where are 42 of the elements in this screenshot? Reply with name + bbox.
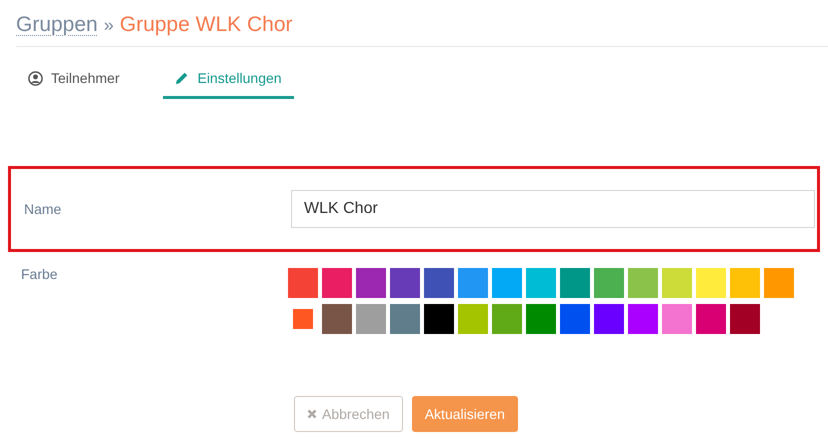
color-swatch[interactable] <box>356 304 386 334</box>
close-icon <box>307 409 317 419</box>
color-swatch[interactable] <box>458 268 488 298</box>
color-swatch[interactable] <box>560 304 590 334</box>
field-label: Farbe <box>20 266 59 284</box>
update-button[interactable]: Aktualisieren <box>412 396 518 432</box>
color-swatch[interactable] <box>662 268 692 298</box>
color-swatch[interactable] <box>458 304 488 334</box>
color-swatch[interactable] <box>322 268 352 298</box>
color-swatch[interactable] <box>390 304 420 334</box>
color-swatch[interactable] <box>424 304 454 334</box>
color-swatch[interactable] <box>696 304 726 334</box>
tab[interactable]: Teilnehmer <box>26 66 122 99</box>
color-swatch[interactable] <box>730 268 760 298</box>
color-swatch[interactable] <box>322 304 352 334</box>
color-swatch[interactable] <box>356 268 386 298</box>
breadcrumb-link[interactable]: Gruppen <box>16 13 98 37</box>
breadcrumb-separator: » <box>104 15 114 36</box>
color-swatch[interactable] <box>594 268 624 298</box>
color-swatch[interactable] <box>662 304 692 334</box>
pencil-icon <box>175 71 190 85</box>
name-field[interactable]: WLK Chor <box>291 190 815 228</box>
color-swatch[interactable] <box>390 268 420 298</box>
color-swatch[interactable] <box>293 309 313 329</box>
color-swatch[interactable] <box>424 268 454 298</box>
user-icon <box>28 70 43 86</box>
color-swatch[interactable] <box>696 268 726 298</box>
color-swatch[interactable] <box>628 268 658 298</box>
color-swatch[interactable] <box>492 268 522 298</box>
color-swatch[interactable] <box>288 268 318 298</box>
color-swatch[interactable] <box>764 268 794 298</box>
cancel-button[interactable]: Abbrechen <box>294 396 403 432</box>
field-label: Name <box>23 201 62 217</box>
color-swatch[interactable] <box>730 304 760 334</box>
color-swatch[interactable] <box>526 304 556 334</box>
color-swatch[interactable] <box>594 304 624 334</box>
color-swatch[interactable] <box>526 268 556 298</box>
color-swatch[interactable] <box>628 304 658 334</box>
color-swatch[interactable] <box>560 268 590 298</box>
color-swatch[interactable] <box>492 304 522 334</box>
page-title: Gruppe WLK Chor <box>120 13 292 37</box>
tab[interactable]: Einstellungen <box>163 66 294 99</box>
